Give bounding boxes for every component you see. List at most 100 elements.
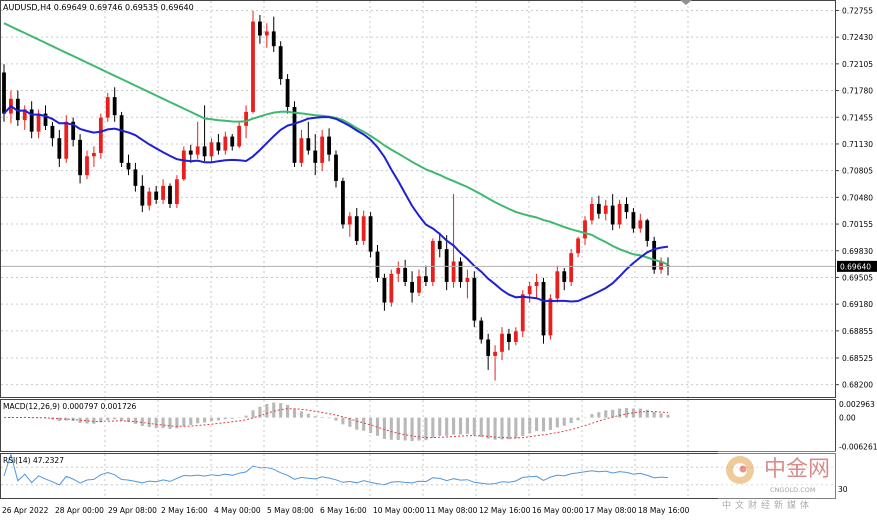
bullish-candle[interactable] [569,253,574,282]
bullish-candle[interactable] [181,150,186,180]
bullish-candle[interactable] [583,220,587,239]
bullish-candle[interactable] [105,97,110,118]
bearish-candle[interactable] [341,180,345,225]
bearish-candle[interactable] [202,146,207,157]
time-tick-label: 17 May 08:00 [585,506,637,515]
bearish-candle[interactable] [119,115,124,163]
bullish-candle[interactable] [251,21,255,112]
bullish-candle[interactable] [264,31,269,36]
bullish-candle[interactable] [451,261,456,282]
bearish-candle[interactable] [126,162,131,170]
bearish-candle[interactable] [507,333,511,342]
bearish-candle[interactable] [486,339,491,356]
bearish-candle[interactable] [541,281,546,336]
bullish-candle[interactable] [347,216,352,225]
time-tick-label: 10 May 00:00 [373,506,425,515]
bullish-candle[interactable] [209,142,214,157]
bullish-candle[interactable] [396,268,401,274]
bullish-candle[interactable] [244,111,248,126]
bullish-candle[interactable] [513,331,518,342]
bearish-candle[interactable] [278,46,283,80]
chart-window[interactable]: AUDUSD,H4 0.69649 0.69746 0.69535 0.6964… [0,0,877,521]
bullish-candle[interactable] [98,117,103,153]
bearish-candle[interactable] [403,268,408,282]
time-tick-label: 18 May 16:00 [638,506,690,515]
bearish-candle[interactable] [375,251,380,278]
bearish-candle[interactable] [410,281,414,293]
bearish-candle[interactable] [140,185,145,206]
bearish-candle[interactable] [292,106,297,163]
time-tick-label: 26 Apr 2022 [2,506,49,515]
bearish-candle[interactable] [479,320,484,340]
bullish-candle[interactable] [493,351,497,356]
bearish-candle[interactable] [285,79,290,107]
bearish-candle[interactable] [50,125,55,139]
time-tick-label: 16 May 00:00 [532,506,584,515]
bullish-candle[interactable] [430,240,435,282]
bearish-candle[interactable] [424,276,428,282]
bearish-candle[interactable] [645,220,650,241]
bearish-candle[interactable] [624,203,629,213]
bullish-candle[interactable] [36,113,41,132]
bullish-candle[interactable] [389,273,394,303]
bullish-candle[interactable] [237,125,242,147]
bullish-candle[interactable] [465,277,470,282]
bearish-candle[interactable] [57,138,62,159]
bullish-candle[interactable] [320,136,325,163]
bullish-candle[interactable] [161,185,165,200]
bullish-candle[interactable] [92,152,96,157]
bullish-candle[interactable] [223,136,228,151]
time-tick-label: 6 May 16:00 [320,506,367,515]
bullish-candle[interactable] [576,238,580,254]
bearish-candle[interactable] [271,31,276,47]
bearish-candle[interactable] [368,216,373,252]
bearish-candle[interactable] [327,136,331,155]
bearish-candle[interactable] [382,277,387,303]
bullish-candle[interactable] [500,333,504,352]
bullish-candle[interactable] [147,191,152,206]
bearish-candle[interactable] [2,72,6,114]
bullish-candle[interactable] [534,281,539,287]
bullish-candle[interactable] [175,179,179,204]
bearish-candle[interactable] [112,97,117,116]
bullish-candle[interactable] [548,298,553,336]
bearish-candle[interactable] [188,150,193,155]
bullish-candle[interactable] [617,203,622,225]
bullish-candle[interactable] [555,271,560,299]
bearish-candle[interactable] [610,205,615,225]
bearish-candle[interactable] [258,21,262,36]
bearish-candle[interactable] [306,138,311,151]
price-tick-label: 0.71130 [842,140,873,149]
bullish-candle[interactable] [299,138,304,163]
bullish-candle[interactable] [361,216,366,241]
bullish-candle[interactable] [638,220,643,229]
bearish-candle[interactable] [444,249,449,282]
bullish-candle[interactable] [590,203,594,221]
price-tick-label: 0.69505 [842,273,873,282]
bullish-candle[interactable] [527,286,532,295]
bearish-candle[interactable] [562,271,567,282]
bearish-candle[interactable] [313,150,318,163]
bullish-candle[interactable] [417,276,421,293]
bearish-candle[interactable] [216,142,221,151]
bullish-candle[interactable] [85,156,89,176]
bearish-candle[interactable] [334,154,338,181]
bullish-candle[interactable] [64,121,69,159]
bearish-candle[interactable] [133,169,138,186]
bearish-candle[interactable] [652,240,657,270]
macd-tick-label: 0.002963 [839,400,875,409]
bullish-candle[interactable] [603,205,608,214]
bearish-candle[interactable] [78,139,82,176]
bearish-candle[interactable] [596,203,601,214]
bearish-candle[interactable] [631,212,636,229]
bullish-candle[interactable] [195,146,200,155]
price-tick-label: 0.69180 [842,300,873,309]
bearish-candle[interactable] [154,191,159,200]
bullish-candle[interactable] [520,294,525,332]
bearish-candle[interactable] [472,277,477,321]
bearish-candle[interactable] [458,261,463,282]
bearish-candle[interactable] [354,216,359,241]
bearish-candle[interactable] [437,240,442,250]
bearish-candle[interactable] [230,136,235,147]
bearish-candle[interactable] [168,185,172,204]
